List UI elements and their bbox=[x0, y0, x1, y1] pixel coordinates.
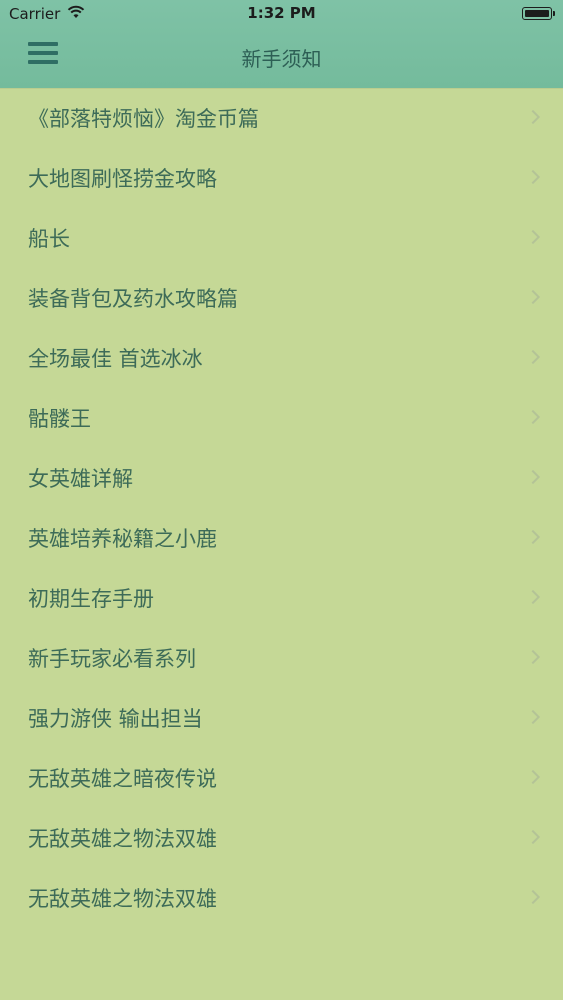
list-item-label: 强力游侠 输出担当 bbox=[28, 707, 203, 731]
list-item-label: 无敌英雄之暗夜传说 bbox=[28, 767, 217, 791]
list-item[interactable]: 装备背包及药水攻略篇 bbox=[0, 268, 563, 328]
article-list: 《部落特烦恼》淘金币篇 大地图刷怪捞金攻略 船长装备背包及药水攻略篇 全场最佳 首选冰… bbox=[0, 88, 563, 928]
list-item[interactable]: 新手玩家必看系列 bbox=[0, 628, 563, 688]
list-item[interactable]: 大地图刷怪捞金攻略 bbox=[0, 148, 563, 208]
chevron-right-icon bbox=[525, 229, 541, 245]
chevron-right-icon bbox=[525, 469, 541, 485]
list-item[interactable]: 全场最佳 首选冰冰 bbox=[0, 328, 563, 388]
chevron-right-icon bbox=[525, 829, 541, 845]
list-item-label: 大地图刷怪捞金攻略 bbox=[28, 167, 217, 191]
navigation-bar: Carrier 1:32 PM 新手须知 bbox=[0, 0, 563, 88]
list-item[interactable]: 无敌英雄之物法双雄 bbox=[0, 868, 563, 928]
list-item-label: 骷髅王 bbox=[28, 407, 91, 431]
chevron-right-icon bbox=[525, 289, 541, 305]
list-item-label: 全场最佳 首选冰冰 bbox=[28, 347, 203, 371]
list-item[interactable]: 骷髅王 bbox=[0, 388, 563, 448]
chevron-right-icon bbox=[525, 889, 541, 905]
list-item[interactable]: 女英雄详解 bbox=[0, 448, 563, 508]
list-item-label: 无敌英雄之物法双雄 bbox=[28, 887, 217, 911]
list-item[interactable]: 无敌英雄之物法双雄 bbox=[0, 808, 563, 868]
list-item[interactable]: 强力游侠 输出担当 bbox=[0, 688, 563, 748]
list-item[interactable]: 英雄培养秘籍之小鹿 bbox=[0, 508, 563, 568]
chevron-right-icon bbox=[525, 109, 541, 125]
chevron-right-icon bbox=[525, 349, 541, 365]
list-item-label: 女英雄详解 bbox=[28, 467, 133, 491]
chevron-right-icon bbox=[525, 769, 541, 785]
chevron-right-icon bbox=[525, 649, 541, 665]
list-item-label: 《部落特烦恼》淘金币篇 bbox=[28, 107, 259, 131]
chevron-right-icon bbox=[525, 529, 541, 545]
status-time: 1:32 PM bbox=[247, 4, 316, 22]
list-item[interactable]: 无敌英雄之暗夜传说 bbox=[0, 748, 563, 808]
list-item[interactable]: 船长 bbox=[0, 208, 563, 268]
list-item-label: 无敌英雄之物法双雄 bbox=[28, 827, 217, 851]
list-item[interactable]: 《部落特烦恼》淘金币篇 bbox=[0, 88, 563, 148]
chevron-right-icon bbox=[525, 589, 541, 605]
page-title: 新手须知 bbox=[241, 47, 322, 71]
list-item-label: 新手玩家必看系列 bbox=[28, 647, 196, 671]
list-item-label: 初期生存手册 bbox=[28, 587, 154, 611]
status-bar: Carrier 1:32 PM bbox=[0, 0, 563, 30]
list-item-label: 船长 bbox=[28, 227, 70, 251]
chevron-right-icon bbox=[525, 409, 541, 425]
chevron-right-icon bbox=[525, 169, 541, 185]
battery-icon bbox=[522, 7, 555, 20]
list-item[interactable]: 初期生存手册 bbox=[0, 568, 563, 628]
list-item-label: 装备背包及药水攻略篇 bbox=[28, 287, 238, 311]
chevron-right-icon bbox=[525, 709, 541, 725]
list-item-label: 英雄培养秘籍之小鹿 bbox=[28, 527, 217, 551]
